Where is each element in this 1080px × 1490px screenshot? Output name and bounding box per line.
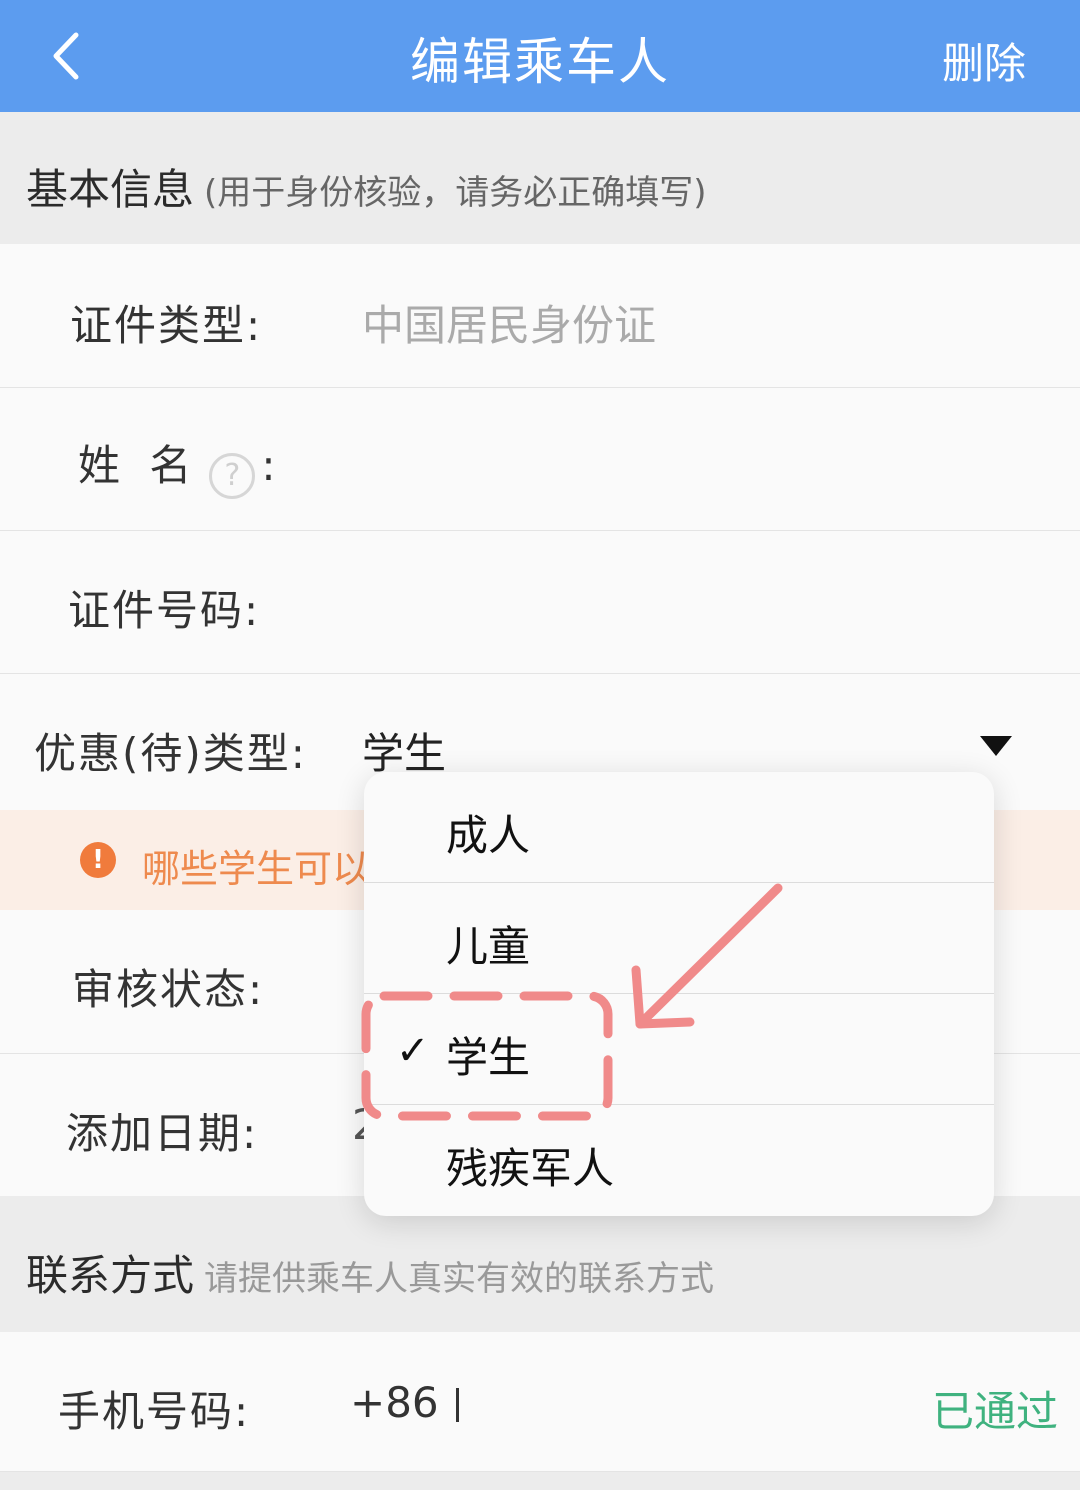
discount-type-label: 优惠(待)类型: xyxy=(34,729,307,778)
name-colon: : xyxy=(261,441,276,490)
option-label: 儿童 xyxy=(446,922,531,971)
discount-type-dropdown[interactable]: 成人 儿童 ✓ 学生 残疾军人 xyxy=(364,772,994,1216)
option-label: 残疾军人 xyxy=(446,1144,615,1193)
nav-bar: 编辑乘车人 删除 xyxy=(0,0,1080,112)
warning-icon: ! xyxy=(80,842,116,878)
id-number-row[interactable]: 证件号码: xyxy=(0,531,1080,674)
phone-label: 手机号码: xyxy=(58,1387,251,1436)
help-icon[interactable]: ? xyxy=(209,452,256,499)
notice-text: 哪些学生可以 xyxy=(142,847,371,891)
option-label: 学生 xyxy=(446,1033,531,1082)
id-type-value: 中国居民身份证 xyxy=(362,301,657,350)
contact-subtitle: 请提供乘车人真实有效的联系方式 xyxy=(204,1259,715,1299)
option-disabled-veteran[interactable]: 残疾军人 xyxy=(364,1105,994,1216)
dropdown-arrow-icon[interactable] xyxy=(980,736,1012,756)
phone-row[interactable]: 手机号码: +86 已通过 xyxy=(0,1332,1080,1472)
id-type-label: 证件类型: xyxy=(70,301,263,350)
contact-title: 联系方式 xyxy=(26,1251,195,1300)
option-child[interactable]: 儿童 xyxy=(364,883,994,994)
option-label: 成人 xyxy=(446,811,531,860)
option-student[interactable]: ✓ 学生 xyxy=(364,994,994,1105)
text-cursor xyxy=(456,1388,459,1422)
add-date-label: 添加日期: xyxy=(66,1109,259,1158)
basic-info-header: 基本信息 (用于身份核验，请务必正确填写) xyxy=(0,112,1080,244)
review-status-label: 审核状态: xyxy=(72,965,265,1014)
option-adult[interactable]: 成人 xyxy=(364,772,994,883)
basic-info-subtitle: (用于身份核验，请务必正确填写) xyxy=(204,173,707,213)
contact-header: 联系方式 请提供乘车人真实有效的联系方式 xyxy=(0,1196,1080,1332)
verified-status: 已通过 xyxy=(931,1387,1058,1436)
page-title: 编辑乘车人 xyxy=(410,33,670,91)
phone-prefix: +86 xyxy=(350,1378,439,1427)
checkmark-icon: ✓ xyxy=(396,1028,430,1074)
id-type-row[interactable]: 证件类型: 中国居民身份证 xyxy=(0,244,1080,388)
name-row[interactable]: 姓 名?: xyxy=(0,388,1080,531)
delete-button[interactable]: 删除 xyxy=(942,30,1026,91)
basic-info-title: 基本信息 xyxy=(26,165,195,214)
name-label: 姓 名 xyxy=(78,441,200,490)
id-number-label: 证件号码: xyxy=(68,586,261,635)
